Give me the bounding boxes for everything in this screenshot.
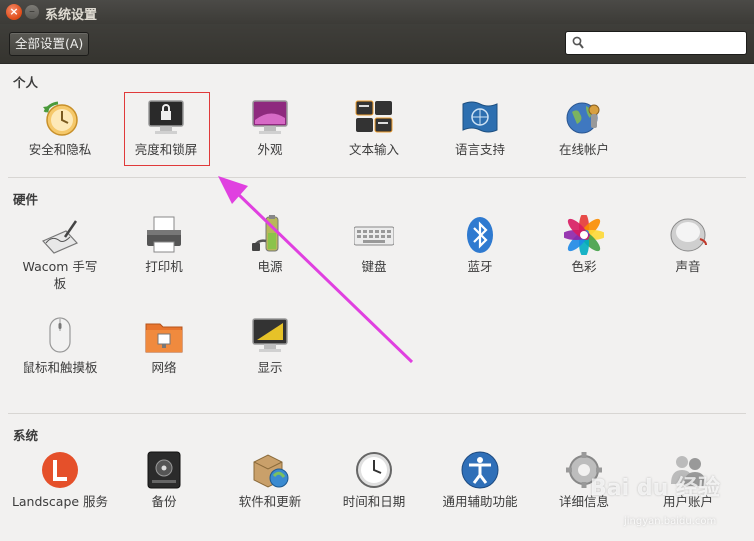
item-network[interactable]: 网络	[112, 316, 216, 396]
toolbar: 全部设置(A)	[0, 24, 754, 64]
window-title: 系统设置	[45, 8, 98, 23]
section-title-hardware: 硬件	[13, 192, 39, 207]
item-appearance[interactable]: 外观	[218, 98, 322, 178]
close-button[interactable]: ×	[6, 4, 22, 20]
section-title-personal: 个人	[13, 75, 39, 90]
item-label: 通用辅助功能	[442, 494, 518, 509]
item-label: 在线帐户	[558, 142, 609, 157]
online-accounts-icon	[566, 102, 600, 134]
item-bluetooth[interactable]: 蓝牙	[428, 215, 532, 295]
item-keyboard[interactable]: 键盘	[322, 215, 426, 295]
mouse-touchpad-icon	[49, 317, 71, 353]
universal-access-icon	[461, 451, 499, 489]
item-software-updates[interactable]: 软件和更新	[218, 450, 322, 530]
item-label: 打印机	[145, 259, 183, 274]
wacom-tablet-icon	[41, 220, 79, 254]
item-label: 语言支持	[454, 142, 505, 157]
item-online-accounts[interactable]: 在线帐户	[532, 98, 636, 178]
item-landscape[interactable]: Landscape 服务	[8, 450, 112, 530]
backup-icon	[147, 451, 181, 489]
item-label: 鼠标和触摸板	[22, 360, 98, 375]
section-divider	[8, 177, 746, 178]
window-titlebar: × – 系统设置	[0, 0, 754, 24]
highlight-box	[124, 92, 210, 166]
item-label: 网络	[151, 360, 177, 375]
item-label: 色彩	[571, 259, 597, 274]
item-displays[interactable]: 显示	[218, 316, 322, 396]
item-backup[interactable]: 备份	[112, 450, 216, 530]
bluetooth-icon	[467, 217, 493, 253]
software-updates-icon	[253, 454, 289, 488]
time-date-icon	[356, 452, 392, 488]
item-label: 蓝牙	[467, 259, 493, 274]
security-privacy-icon	[43, 101, 78, 136]
item-label: 文本输入	[348, 142, 399, 157]
item-label: 显示	[257, 360, 283, 375]
item-label: 电源	[257, 259, 283, 274]
item-power[interactable]: 电源	[218, 215, 322, 295]
item-label: 备份	[151, 494, 177, 509]
minimize-button[interactable]: –	[25, 5, 39, 19]
section-divider	[8, 413, 746, 414]
displays-icon	[252, 318, 288, 352]
item-label: 时间和日期	[342, 494, 406, 509]
language-support-icon	[462, 101, 498, 133]
item-language-support[interactable]: 语言支持	[428, 98, 532, 178]
item-mouse-touchpad[interactable]: 鼠标和触摸板	[8, 316, 112, 396]
item-label: 键盘	[361, 259, 387, 274]
item-label: 外观	[257, 142, 283, 157]
item-universal-access[interactable]: 通用辅助功能	[428, 450, 532, 530]
all-settings-button[interactable]: 全部设置(A)	[9, 32, 90, 56]
item-label: Wacom 手写板	[22, 259, 98, 291]
item-label: 安全和隐私	[28, 142, 92, 157]
item-time-date[interactable]: 时间和日期	[322, 450, 426, 530]
search-icon	[572, 36, 584, 49]
sound-icon	[670, 218, 707, 252]
search-input[interactable]	[565, 31, 747, 55]
item-label: 声音	[675, 259, 701, 274]
watermark-brand: Bai du 经验	[590, 476, 720, 501]
power-icon	[252, 215, 279, 252]
item-wacom-tablet[interactable]: Wacom 手写板	[8, 215, 112, 295]
section-title-system: 系统	[13, 428, 39, 443]
appearance-icon	[252, 100, 288, 134]
network-icon	[145, 323, 183, 353]
item-printer[interactable]: 打印机	[112, 215, 216, 295]
text-entry-icon	[355, 100, 393, 133]
landscape-icon	[42, 452, 78, 488]
item-label: Landscape 服务	[11, 494, 109, 509]
item-label: 软件和更新	[238, 494, 302, 509]
item-color[interactable]: 色彩	[532, 215, 636, 295]
printer-icon	[147, 216, 181, 253]
keyboard-icon	[354, 226, 394, 246]
item-sound[interactable]: 声音	[636, 215, 740, 295]
item-security-privacy[interactable]: 安全和隐私	[8, 98, 112, 178]
item-text-entry[interactable]: 文本输入	[322, 98, 426, 178]
watermark-url: jingyan.baidu.com	[624, 516, 717, 527]
color-icon	[564, 215, 604, 255]
